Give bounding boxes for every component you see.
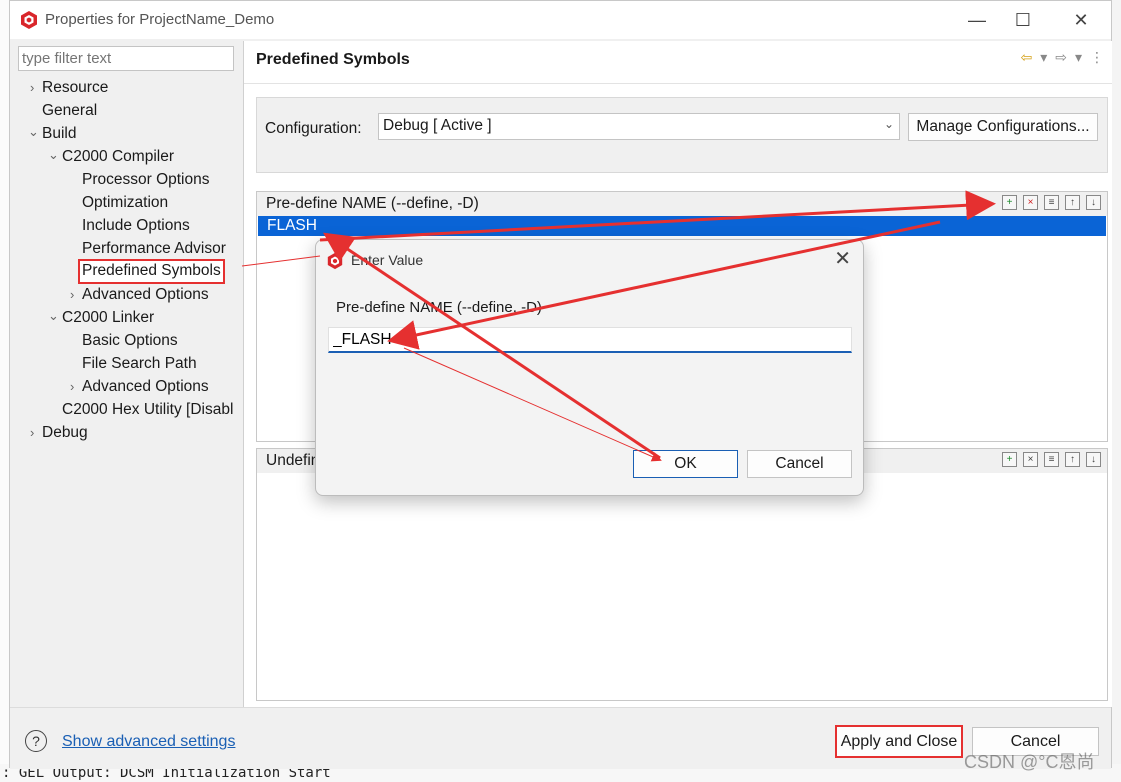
- ccs-app-icon: [21, 11, 37, 29]
- header-separator: [244, 83, 1112, 84]
- tree-item-general[interactable]: General: [42, 101, 97, 121]
- left-navigation: › Resource General ⌄ Build ⌄ C2000 Compi…: [15, 41, 243, 736]
- background-editor-right: [1112, 0, 1121, 782]
- filter-input[interactable]: [18, 46, 234, 71]
- help-icon[interactable]: ?: [25, 730, 47, 752]
- tree-item-include-options[interactable]: Include Options: [82, 216, 190, 236]
- delete-icon[interactable]: ×: [1023, 195, 1038, 210]
- dialog-field-label: Pre-define NAME (--define, -D): [336, 299, 542, 316]
- button-bar: ? Show advanced settings Apply and Close…: [10, 707, 1111, 769]
- move-up-icon[interactable]: ↑: [1065, 452, 1080, 467]
- dialog-title: Enter Value: [351, 252, 424, 268]
- enter-value-dialog: Enter Value ✕ Pre-define NAME (--define,…: [315, 239, 864, 496]
- twisty-linker-advanced-icon[interactable]: ›: [70, 377, 74, 397]
- title-bar: Properties for ProjectName_Demo — ☐ ✕: [10, 1, 1111, 39]
- tree-item-debug[interactable]: Debug: [42, 423, 88, 443]
- twisty-linker-icon[interactable]: ⌄: [48, 306, 59, 326]
- show-advanced-settings-link[interactable]: Show advanced settings: [62, 733, 235, 751]
- close-button[interactable]: ✕: [1059, 7, 1103, 33]
- window-title: Properties for ProjectName_Demo: [45, 11, 275, 28]
- define-name-input[interactable]: [328, 327, 852, 353]
- minimize-button[interactable]: —: [955, 7, 999, 33]
- delete-icon[interactable]: ×: [1023, 452, 1038, 467]
- twisty-compiler-advanced-icon[interactable]: ›: [70, 285, 74, 305]
- tree-item-compiler-advanced-options[interactable]: Advanced Options: [82, 285, 209, 305]
- twisty-debug-icon[interactable]: ›: [30, 423, 34, 443]
- tree-item-linker-advanced-options[interactable]: Advanced Options: [82, 377, 209, 397]
- tree-item-processor-options[interactable]: Processor Options: [82, 170, 210, 190]
- move-down-icon[interactable]: ↓: [1086, 195, 1101, 210]
- predefine-header: Pre-define NAME (--define, -D) + × ≡ ↑ ↓: [257, 192, 1107, 216]
- tree-item-performance-advisor[interactable]: Performance Advisor: [82, 239, 234, 259]
- watermark: CSDN @°C恩尚: [964, 752, 1095, 772]
- predefine-toolbar: + × ≡ ↑ ↓: [1002, 195, 1101, 210]
- tree-item-basic-options[interactable]: Basic Options: [82, 331, 178, 351]
- chevron-down-icon: ⌄: [883, 117, 894, 131]
- edit-icon[interactable]: ≡: [1044, 195, 1059, 210]
- apply-and-close-button[interactable]: Apply and Close: [835, 725, 963, 758]
- maximize-button[interactable]: ☐: [1001, 7, 1045, 33]
- back-menu-icon[interactable]: ▾: [1040, 49, 1047, 66]
- manage-configurations-button[interactable]: Manage Configurations...: [908, 113, 1098, 141]
- configuration-value: Debug [ Active ]: [383, 117, 492, 134]
- ccs-app-icon: [327, 252, 343, 270]
- predefine-header-label: Pre-define NAME (--define, -D): [266, 195, 479, 212]
- tree-item-file-search-path[interactable]: File Search Path: [82, 354, 197, 374]
- tree-item-optimization[interactable]: Optimization: [82, 193, 168, 213]
- dialog-cancel-button[interactable]: Cancel: [747, 450, 852, 478]
- page-title: Predefined Symbols: [256, 51, 410, 68]
- twisty-resource-icon[interactable]: ›: [30, 78, 34, 98]
- move-down-icon[interactable]: ↓: [1086, 452, 1101, 467]
- list-item[interactable]: FLASH: [258, 216, 1106, 236]
- configuration-label: Configuration:: [265, 120, 362, 137]
- history-nav: ⇦ ▾ ⇨ ▾ ⋮: [1020, 49, 1104, 66]
- forward-arrow-icon[interactable]: ⇨: [1055, 49, 1067, 66]
- dialog-close-icon[interactable]: ✕: [834, 246, 851, 271]
- ok-button[interactable]: OK: [633, 450, 738, 478]
- undefine-toolbar: + × ≡ ↑ ↓: [1002, 452, 1101, 467]
- view-menu-icon[interactable]: ⋮: [1090, 49, 1104, 66]
- add-icon[interactable]: +: [1002, 195, 1017, 210]
- tree-item-c2000-hex-utility[interactable]: C2000 Hex Utility [Disabled]: [62, 400, 234, 420]
- twisty-compiler-icon[interactable]: ⌄: [48, 145, 59, 165]
- move-up-icon[interactable]: ↑: [1065, 195, 1080, 210]
- tree-item-c2000-linker[interactable]: C2000 Linker: [62, 308, 154, 328]
- tree-item-build[interactable]: Build: [42, 124, 76, 144]
- tree-item-predefined-symbols[interactable]: Predefined Symbols: [78, 259, 225, 284]
- configuration-select[interactable]: Debug [ Active ] ⌄: [378, 113, 900, 140]
- forward-menu-icon[interactable]: ▾: [1075, 49, 1082, 66]
- tree-item-c2000-compiler[interactable]: C2000 Compiler: [62, 147, 174, 167]
- add-icon[interactable]: +: [1002, 452, 1017, 467]
- configuration-group: Configuration: Debug [ Active ] ⌄ Manage…: [256, 97, 1108, 173]
- edit-icon[interactable]: ≡: [1044, 452, 1059, 467]
- tree-item-resource[interactable]: Resource: [42, 78, 108, 98]
- twisty-build-icon[interactable]: ⌄: [28, 122, 39, 142]
- back-arrow-icon[interactable]: ⇦: [1020, 49, 1032, 66]
